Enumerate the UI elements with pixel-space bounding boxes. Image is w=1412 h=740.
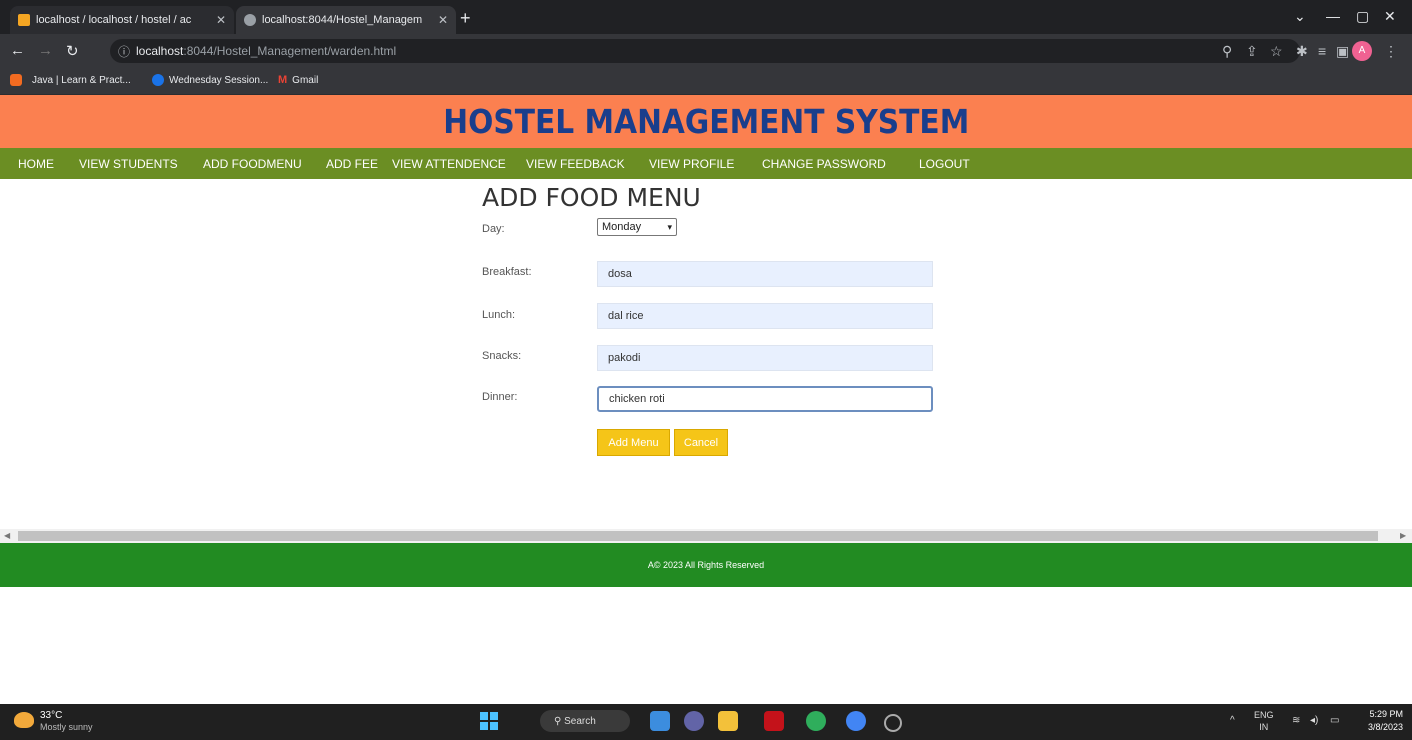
nav-add-foodmenu[interactable]: ADD FOODMENU xyxy=(203,157,302,171)
bookmark-label-java: Java | Learn & Pract... xyxy=(32,74,131,86)
extensions-icon[interactable]: ✱ xyxy=(1296,43,1308,60)
globe-favicon-icon xyxy=(244,14,256,26)
battery-icon[interactable]: ▭ xyxy=(1330,715,1339,726)
language-code: ENG xyxy=(1254,710,1274,720)
clock-time: 5:29 PM xyxy=(1369,709,1404,719)
nav-add-fee[interactable]: ADD FEE xyxy=(326,157,378,171)
language-indicator[interactable]: ENG IN xyxy=(1254,709,1274,733)
taskbar-search[interactable]: ⚲ Search xyxy=(540,710,630,732)
new-tab-plus-icon[interactable]: + xyxy=(460,8,471,28)
gmail-icon: M xyxy=(278,74,288,86)
scroll-right-arrow-icon[interactable]: ▶ xyxy=(1400,529,1406,543)
profile-avatar[interactable]: A xyxy=(1352,41,1372,61)
maximize-icon[interactable]: ▢ xyxy=(1356,8,1369,25)
bookmark-java[interactable]: Java | Learn & Pract... xyxy=(10,74,131,86)
bookmark-star-icon[interactable]: ☆ xyxy=(1270,43,1283,60)
snacks-label: Snacks: xyxy=(482,350,522,362)
footer-copyright: A© 2023 All Rights Reserved xyxy=(647,560,765,570)
back-arrow-icon[interactable]: ← xyxy=(10,42,25,59)
close-tab-icon[interactable]: ✕ xyxy=(438,13,448,27)
settings-gear-icon[interactable] xyxy=(884,714,902,732)
breakfast-label: Breakfast: xyxy=(482,266,532,278)
breakfast-input[interactable]: dosa xyxy=(597,261,933,287)
day-select[interactable]: Monday ▾ xyxy=(597,218,677,236)
chrome-icon[interactable] xyxy=(846,711,866,731)
chevron-down-icon: ▾ xyxy=(667,221,672,232)
share-icon[interactable]: ⇪ xyxy=(1246,43,1258,60)
bookmark-session-icon xyxy=(152,74,164,86)
weather-desc[interactable]: Mostly sunny xyxy=(40,722,93,732)
tab-title: localhost:8044/Hostel_Managem xyxy=(262,14,423,26)
bookmark-wednesday-session[interactable]: Wednesday Session... xyxy=(152,74,268,86)
reading-list-icon[interactable]: ≡ xyxy=(1318,43,1326,59)
day-label: Day: xyxy=(482,223,505,235)
bookmark-label-session: Wednesday Session... xyxy=(169,74,269,86)
adobe-illustrator-icon[interactable] xyxy=(764,711,784,731)
nav-view-feedback[interactable]: VIEW FEEDBACK xyxy=(526,157,625,171)
scrollbar-thumb[interactable] xyxy=(18,531,1378,541)
taskbar-search-label: Search xyxy=(564,715,596,727)
form-title: ADD FOOD MENU xyxy=(482,183,701,212)
cancel-button[interactable]: Cancel xyxy=(674,429,728,456)
nav-change-password[interactable]: CHANGE PASSWORD xyxy=(762,157,886,171)
menu-kebab-icon[interactable]: ⋮ xyxy=(1384,43,1398,60)
close-tab-icon[interactable]: ✕ xyxy=(216,13,226,27)
day-select-value: Monday xyxy=(602,221,642,233)
taskbar-clock[interactable]: 5:29 PM 3/8/2023 xyxy=(1368,708,1403,734)
task-view-icon[interactable] xyxy=(650,711,670,731)
bookmark-java-icon xyxy=(10,74,22,86)
tab-title: localhost / localhost / hostel / ac xyxy=(36,14,192,26)
browser-tab-phpmyadmin[interactable]: localhost / localhost / hostel / ac ✕ xyxy=(10,6,234,34)
tray-chevron-up-icon[interactable]: ^ xyxy=(1230,715,1235,726)
dinner-label: Dinner: xyxy=(482,391,518,403)
close-window-icon[interactable]: ✕ xyxy=(1384,8,1396,25)
phpmyadmin-favicon-icon xyxy=(18,14,30,26)
dinner-input[interactable]: chicken roti xyxy=(597,386,933,412)
bookmark-gmail[interactable]: M Gmail xyxy=(278,74,318,86)
wifi-icon[interactable]: ≋ xyxy=(1292,715,1300,726)
scroll-left-arrow-icon[interactable]: ◀ xyxy=(4,529,10,543)
breakfast-value: dosa xyxy=(608,268,632,280)
volume-icon[interactable]: ◂) xyxy=(1310,715,1318,726)
file-explorer-icon[interactable] xyxy=(718,711,738,731)
nav-logout[interactable]: LOGOUT xyxy=(919,157,970,171)
nav-view-profile[interactable]: VIEW PROFILE xyxy=(649,157,734,171)
add-menu-button[interactable]: Add Menu xyxy=(597,429,670,456)
reload-icon[interactable]: ↻ xyxy=(66,42,79,60)
region-code: IN xyxy=(1259,722,1269,732)
dinner-value: chicken roti xyxy=(609,393,665,405)
side-panel-icon[interactable]: ▣ xyxy=(1336,43,1349,60)
weather-sun-icon[interactable] xyxy=(14,712,34,728)
weather-temp[interactable]: 33°C xyxy=(40,710,62,721)
bookmark-label-gmail: Gmail xyxy=(292,74,319,86)
chat-icon[interactable] xyxy=(684,711,704,731)
zoom-icon[interactable]: ⚲ xyxy=(1222,43,1232,60)
minimize-icon[interactable]: — xyxy=(1326,8,1340,24)
site-title: HOSTEL MANAGEMENT SYSTEM xyxy=(442,102,970,141)
snacks-input[interactable]: pakodi xyxy=(597,345,933,371)
browser-tab-hostel[interactable]: localhost:8044/Hostel_Managem ✕ xyxy=(236,6,456,34)
site-header: HOSTEL MANAGEMENT SYSTEM xyxy=(0,95,1412,148)
clock-date: 3/8/2023 xyxy=(1368,722,1404,732)
url-host: localhost xyxy=(136,44,184,58)
whatsapp-icon[interactable] xyxy=(806,711,826,731)
lunch-label: Lunch: xyxy=(482,309,516,321)
url-path: :8044/Hostel_Management/warden.html xyxy=(183,44,397,58)
nav-view-attendence[interactable]: VIEW ATTENDENCE xyxy=(392,157,506,171)
forward-arrow-icon[interactable]: → xyxy=(38,42,53,59)
nav-view-students[interactable]: VIEW STUDENTS xyxy=(79,157,178,171)
nav-home[interactable]: HOME xyxy=(18,157,54,171)
search-icon: ⚲ xyxy=(554,715,565,727)
tab-search-chevron-icon[interactable]: ⌄ xyxy=(1294,8,1306,25)
site-info-icon[interactable]: ⓘ xyxy=(118,43,130,60)
url-text[interactable]: localhost:8044/Hostel_Management/warden.… xyxy=(136,44,396,58)
windows-taskbar xyxy=(0,704,1412,740)
lunch-input[interactable]: dal rice xyxy=(597,303,933,329)
lunch-value: dal rice xyxy=(608,310,644,322)
snacks-value: pakodi xyxy=(608,352,641,364)
windows-start-icon[interactable] xyxy=(480,712,498,730)
site-footer: A© 2023 All Rights Reserved xyxy=(0,543,1412,587)
